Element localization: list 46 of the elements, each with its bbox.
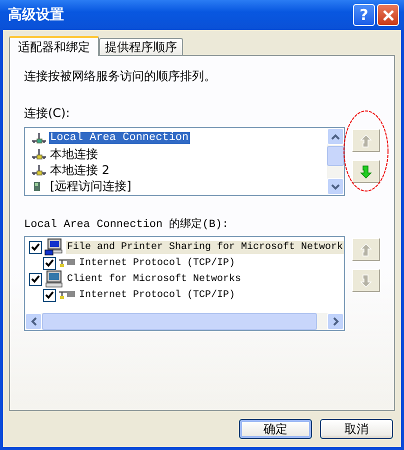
cancel-button[interactable]: 取消 xyxy=(320,419,393,439)
down-arrow-icon xyxy=(360,274,372,288)
chevron-right-icon xyxy=(332,317,338,326)
chevron-up-icon xyxy=(331,134,340,140)
chevron-left-icon xyxy=(30,317,36,326)
checkbox[interactable] xyxy=(29,272,42,286)
bindings-label: Local Area Connection 的绑定(B): xyxy=(24,216,230,231)
binding-item[interactable]: Internet Protocol (TCP/IP) xyxy=(78,288,236,302)
move-down-button[interactable] xyxy=(352,160,380,183)
down-arrow-icon xyxy=(360,164,372,178)
binding-item[interactable]: File and Printer Sharing for Microsoft Network xyxy=(66,240,344,254)
scroll-up-button[interactable] xyxy=(327,128,344,145)
checkbox[interactable] xyxy=(29,240,42,254)
computer-icon xyxy=(44,270,64,288)
scroll-down-button[interactable] xyxy=(327,178,344,195)
horizontal-scrollbar[interactable] xyxy=(25,313,344,330)
modem-icon xyxy=(34,182,40,190)
protocol-icon xyxy=(58,290,76,300)
up-arrow-icon xyxy=(360,134,372,148)
binding-item[interactable]: Internet Protocol (TCP/IP) xyxy=(78,256,236,270)
vertical-scrollbar[interactable] xyxy=(327,128,344,195)
ok-button[interactable]: 确定 xyxy=(239,419,312,439)
connection-item[interactable]: [远程访问连接] xyxy=(25,178,327,194)
close-icon xyxy=(382,8,394,22)
description-text: 连接按被网络服务访问的顺序排列。 xyxy=(24,68,217,85)
binding-item[interactable]: Client for Microsoft Networks xyxy=(66,272,242,286)
window-title: 高级设置 xyxy=(8,6,65,24)
help-button[interactable]: ? xyxy=(353,4,375,26)
checkbox[interactable] xyxy=(43,288,56,302)
connections-label: 连接(C): xyxy=(24,105,71,122)
tab[interactable]: 适配器和绑定 xyxy=(9,36,99,56)
computer-icon xyxy=(44,238,64,256)
connection-item[interactable]: 本地连接 2 xyxy=(25,162,327,178)
chevron-down-icon xyxy=(331,184,340,190)
checkbox[interactable] xyxy=(43,256,56,270)
tab[interactable]: 提供程序顺序 xyxy=(99,38,183,55)
network-icon xyxy=(31,148,47,160)
network-icon xyxy=(31,132,47,144)
up-arrow-icon xyxy=(360,242,372,256)
scroll-right-button[interactable] xyxy=(327,313,344,330)
close-button[interactable] xyxy=(377,4,399,26)
connection-item[interactable]: Local Area Connection xyxy=(25,130,327,146)
scroll-left-button[interactable] xyxy=(25,313,42,330)
connection-item[interactable]: 本地连接 xyxy=(25,146,327,162)
protocol-icon xyxy=(58,258,76,268)
network-icon xyxy=(31,164,47,176)
